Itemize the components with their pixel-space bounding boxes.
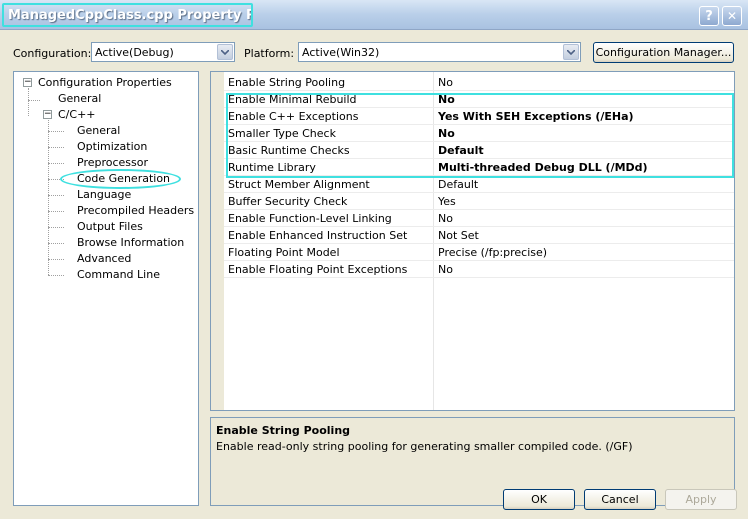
property-row[interactable]: Enable String Pooling No <box>211 74 734 91</box>
configuration-value: Active(Debug) <box>95 46 174 59</box>
tree-item-advanced[interactable]: Advanced <box>77 252 131 265</box>
property-value[interactable]: Yes <box>438 195 456 208</box>
platform-label: Platform: <box>244 47 295 60</box>
tree-item-browse-information[interactable]: Browse Information <box>77 236 184 249</box>
property-name: Enable Enhanced Instruction Set <box>228 229 408 242</box>
chevron-down-icon[interactable] <box>563 44 579 60</box>
property-value[interactable]: No <box>438 212 453 225</box>
row-separator <box>224 277 734 278</box>
tree-item-configuration-properties[interactable]: Configuration Properties <box>38 76 172 89</box>
configuration-label: Configuration: <box>13 47 92 60</box>
tree-item-preprocessor[interactable]: Preprocessor <box>77 156 148 169</box>
cancel-button[interactable]: Cancel <box>584 489 656 510</box>
collapse-icon[interactable]: − <box>43 110 52 119</box>
collapse-icon[interactable]: − <box>23 78 32 87</box>
apply-button[interactable]: Apply <box>665 489 737 510</box>
tree-item-general[interactable]: General <box>58 92 101 105</box>
property-grid[interactable]: Enable String Pooling No Enable Minimal Re… <box>210 71 735 411</box>
configuration-dropdown[interactable]: Active(Debug) <box>91 42 235 62</box>
property-pages-window: ManagedCppClass.cpp Property Pages ? ✕ C… <box>0 0 748 519</box>
description-title: Enable String Pooling <box>216 424 351 437</box>
property-name: Buffer Security Check <box>228 195 348 208</box>
property-value[interactable]: No <box>438 263 453 276</box>
property-row[interactable]: Enable Function-Level Linking No <box>211 210 734 227</box>
chevron-down-icon[interactable] <box>217 44 233 60</box>
window-title: ManagedCppClass.cpp Property Pages <box>2 3 253 27</box>
tree-item-cpp[interactable]: C/C++ <box>58 108 96 121</box>
configuration-manager-button[interactable]: Configuration Manager... <box>593 42 734 63</box>
platform-dropdown[interactable]: Active(Win32) <box>298 42 581 62</box>
platform-value: Active(Win32) <box>302 46 380 59</box>
property-name: Enable Function-Level Linking <box>228 212 392 225</box>
property-name: Enable String Pooling <box>228 76 346 89</box>
tree-item-precompiled-headers[interactable]: Precompiled Headers <box>77 204 194 217</box>
title-bar[interactable]: ManagedCppClass.cpp Property Pages ? ✕ <box>0 0 748 30</box>
close-icon: ✕ <box>726 9 738 23</box>
property-row[interactable]: Enable Enhanced Instruction Set Not Set <box>211 227 734 244</box>
description-text: Enable read-only string pooling for gene… <box>216 440 633 453</box>
property-name: Enable Floating Point Exceptions <box>228 263 408 276</box>
close-button[interactable]: ✕ <box>722 6 742 26</box>
help-icon: ? <box>705 8 713 24</box>
property-name: Struct Member Alignment <box>228 178 370 191</box>
selection-highlight-ellipse <box>60 169 181 189</box>
modified-properties-highlight <box>226 93 734 178</box>
property-value[interactable]: Not Set <box>438 229 479 242</box>
tree-item-output-files[interactable]: Output Files <box>77 220 143 233</box>
ok-button[interactable]: OK <box>503 489 575 510</box>
property-value[interactable]: Default <box>438 178 478 191</box>
tree-item-optimization[interactable]: Optimization <box>77 140 147 153</box>
property-row[interactable]: Struct Member Alignment Default <box>211 176 734 193</box>
description-pane: Enable String Pooling Enable read-only s… <box>210 417 735 506</box>
property-row[interactable]: Buffer Security Check Yes <box>211 193 734 210</box>
property-value[interactable]: Precise (/fp:precise) <box>438 246 547 259</box>
property-row[interactable]: Enable Floating Point Exceptions No <box>211 261 734 278</box>
help-button[interactable]: ? <box>699 6 719 26</box>
tree-item-language[interactable]: Language <box>77 188 131 201</box>
property-tree[interactable]: − Configuration Properties General − C/C… <box>13 71 199 506</box>
property-row[interactable]: Floating Point Model Precise (/fp:precise… <box>211 244 734 261</box>
tree-item-cpp-general[interactable]: General <box>77 124 120 137</box>
tree-item-command-line[interactable]: Command Line <box>77 268 160 281</box>
property-value[interactable]: No <box>438 76 453 89</box>
property-name: Floating Point Model <box>228 246 340 259</box>
